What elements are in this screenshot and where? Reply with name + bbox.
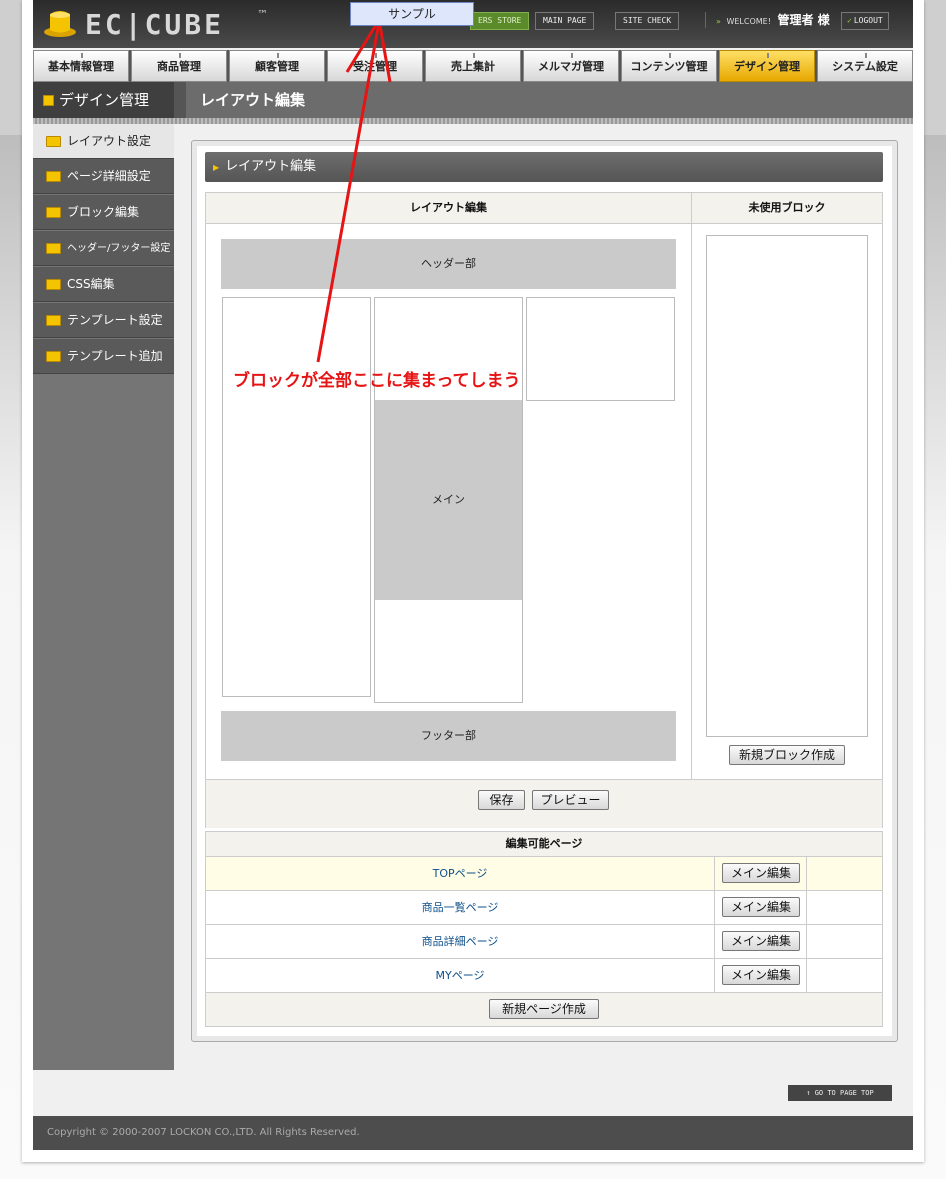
- header-block[interactable]: ヘッダー部: [221, 239, 676, 289]
- square-bullet-icon: [43, 95, 54, 106]
- sidebar-item-label: テンプレート設定: [67, 313, 163, 327]
- main-page-button[interactable]: MAIN PAGE: [535, 12, 595, 30]
- main-edit-button[interactable]: メイン編集: [722, 863, 800, 883]
- nav-tab-sales[interactable]: 売上集計: [425, 50, 521, 82]
- main-block[interactable]: メイン: [375, 400, 522, 600]
- right-column-dropzone[interactable]: [526, 297, 675, 401]
- preview-button[interactable]: プレビュー: [532, 790, 609, 810]
- sidebar-item-label: ヘッダー/フッター設定: [67, 243, 171, 254]
- left-column-dropzone[interactable]: [222, 297, 371, 697]
- sub-header: デザイン管理 レイアウト編集: [33, 82, 913, 118]
- section-bar-title: レイアウト編集: [225, 159, 317, 174]
- site-check-button[interactable]: SITE CHECK: [615, 12, 680, 30]
- nav-tab-customers[interactable]: 顧客管理: [229, 50, 325, 82]
- layout-edit-header: レイアウト編集: [206, 193, 692, 224]
- logout-button[interactable]: ✓ LOGOUT: [841, 12, 889, 30]
- sidebar-item-template-add[interactable]: テンプレート追加: [33, 339, 174, 374]
- main-edit-button[interactable]: メイン編集: [722, 931, 800, 951]
- check-icon: ✓: [847, 16, 852, 25]
- nav-tab-orders[interactable]: 受注管理: [327, 50, 423, 82]
- main-nav: 基本情報管理 商品管理 顧客管理 受注管理 売上集計 メルマガ管理 コンテンツ管…: [33, 50, 913, 82]
- nav-tab-contents[interactable]: コンテンツ管理: [621, 50, 717, 82]
- page-title: レイアウト編集: [186, 82, 913, 118]
- table-row: 商品詳細ページ メイン編集: [206, 925, 882, 959]
- logo-trademark: ™: [257, 8, 268, 21]
- copyright: Copyright © 2000-2007 LOCKON CO.,LTD. Al…: [33, 1116, 913, 1150]
- section-bar: ▶ レイアウト編集: [205, 152, 883, 182]
- sidebar: レイアウト設定 ページ詳細設定 ブロック編集 ヘッダー/フッター設定 CSS編集…: [33, 124, 174, 1070]
- nav-tab-system[interactable]: システム設定: [817, 50, 913, 82]
- triangle-right-icon: ▶: [213, 163, 220, 172]
- cell-divider: [806, 891, 807, 924]
- sidebar-item-css[interactable]: CSS編集: [33, 267, 174, 302]
- cell-divider: [806, 857, 807, 890]
- user-name: 管理者 様: [777, 13, 830, 27]
- column-divider: [691, 223, 692, 779]
- page-link[interactable]: TOPページ: [206, 857, 715, 890]
- cell-divider: [806, 959, 807, 992]
- welcome-label: WELCOME!: [726, 17, 771, 26]
- new-page-button[interactable]: 新規ページ作成: [489, 999, 599, 1019]
- double-chevron-icon: »: [716, 17, 721, 26]
- admin-window: EC|CUBE ™ ERS STORE MAIN PAGE SITE CHECK…: [22, 0, 924, 1162]
- page-link[interactable]: 商品詳細ページ: [206, 925, 715, 958]
- page-link[interactable]: MYページ: [206, 959, 715, 992]
- section-title: デザイン管理: [33, 82, 174, 118]
- folder-icon: [46, 171, 61, 182]
- sidebar-item-page-detail[interactable]: ページ詳細設定: [33, 159, 174, 194]
- new-block-button[interactable]: 新規ブロック作成: [729, 745, 845, 765]
- sidebar-item-block-edit[interactable]: ブロック編集: [33, 195, 174, 230]
- annotation-text: ブロックが全部ここに集まってしまう: [233, 371, 521, 391]
- nav-tab-products[interactable]: 商品管理: [131, 50, 227, 82]
- main-edit-button[interactable]: メイン編集: [722, 897, 800, 917]
- table-row: 商品一覧ページ メイン編集: [206, 891, 882, 925]
- nav-tab-basic-info[interactable]: 基本情報管理: [33, 50, 129, 82]
- folder-icon: [46, 242, 61, 254]
- editable-pages-table: 編集可能ページ TOPページ メイン編集 商品一覧ページ メイン編集 商品詳細ペ…: [205, 831, 883, 1027]
- folder-icon: [46, 315, 61, 326]
- admin-inner: EC|CUBE ™ ERS STORE MAIN PAGE SITE CHECK…: [33, 0, 913, 1150]
- page-link[interactable]: 商品一覧ページ: [206, 891, 715, 924]
- go-to-page-top-button[interactable]: ↑ GO TO PAGE TOP: [788, 1085, 892, 1101]
- folder-icon: [46, 279, 61, 290]
- folder-icon: [46, 136, 61, 147]
- folder-icon: [46, 207, 61, 218]
- footer-block[interactable]: フッター部: [221, 711, 676, 761]
- table-row: MYページ メイン編集: [206, 959, 882, 993]
- footer-area: [33, 1070, 913, 1116]
- store-button[interactable]: ERS STORE: [470, 12, 530, 30]
- sample-popup[interactable]: サンプル: [350, 2, 474, 26]
- welcome-message: » WELCOME! 管理者 様: [705, 12, 830, 28]
- arrow-up-icon: ↑: [806, 1089, 815, 1097]
- sidebar-item-label: レイアウト設定: [67, 134, 152, 148]
- sidebar-item-label: CSS編集: [67, 277, 115, 291]
- nav-tab-design[interactable]: デザイン管理: [719, 50, 815, 82]
- logout-label: LOGOUT: [853, 16, 883, 25]
- unused-blocks-dropzone[interactable]: [706, 235, 868, 737]
- folder-icon: [46, 351, 61, 362]
- editable-pages-header: 編集可能ページ: [206, 832, 882, 857]
- section-title-text: デザイン管理: [59, 91, 150, 109]
- table-row: TOPページ メイン編集: [206, 857, 882, 891]
- cell-divider: [806, 925, 807, 958]
- main-edit-button[interactable]: メイン編集: [722, 965, 800, 985]
- layout-table: レイアウト編集 未使用ブロック ヘッダー部 メイン フッター部 新規ブロック作成…: [205, 192, 883, 828]
- sidebar-item-template-settings[interactable]: テンプレート設定: [33, 303, 174, 338]
- page-top-label: GO TO PAGE TOP: [814, 1089, 874, 1097]
- sidebar-item-label: ページ詳細設定: [67, 169, 151, 183]
- hat-logo-icon: [44, 11, 76, 37]
- sidebar-item-label: テンプレート追加: [67, 349, 163, 363]
- sidebar-item-layout[interactable]: レイアウト設定: [33, 124, 174, 159]
- sidebar-item-header-footer[interactable]: ヘッダー/フッター設定: [33, 231, 174, 266]
- logo-text: EC|CUBE: [85, 8, 225, 41]
- nav-tab-mail-magazine[interactable]: メルマガ管理: [523, 50, 619, 82]
- unused-blocks-header: 未使用ブロック: [692, 193, 882, 224]
- save-button[interactable]: 保存: [478, 790, 525, 810]
- sidebar-item-label: ブロック編集: [67, 205, 140, 219]
